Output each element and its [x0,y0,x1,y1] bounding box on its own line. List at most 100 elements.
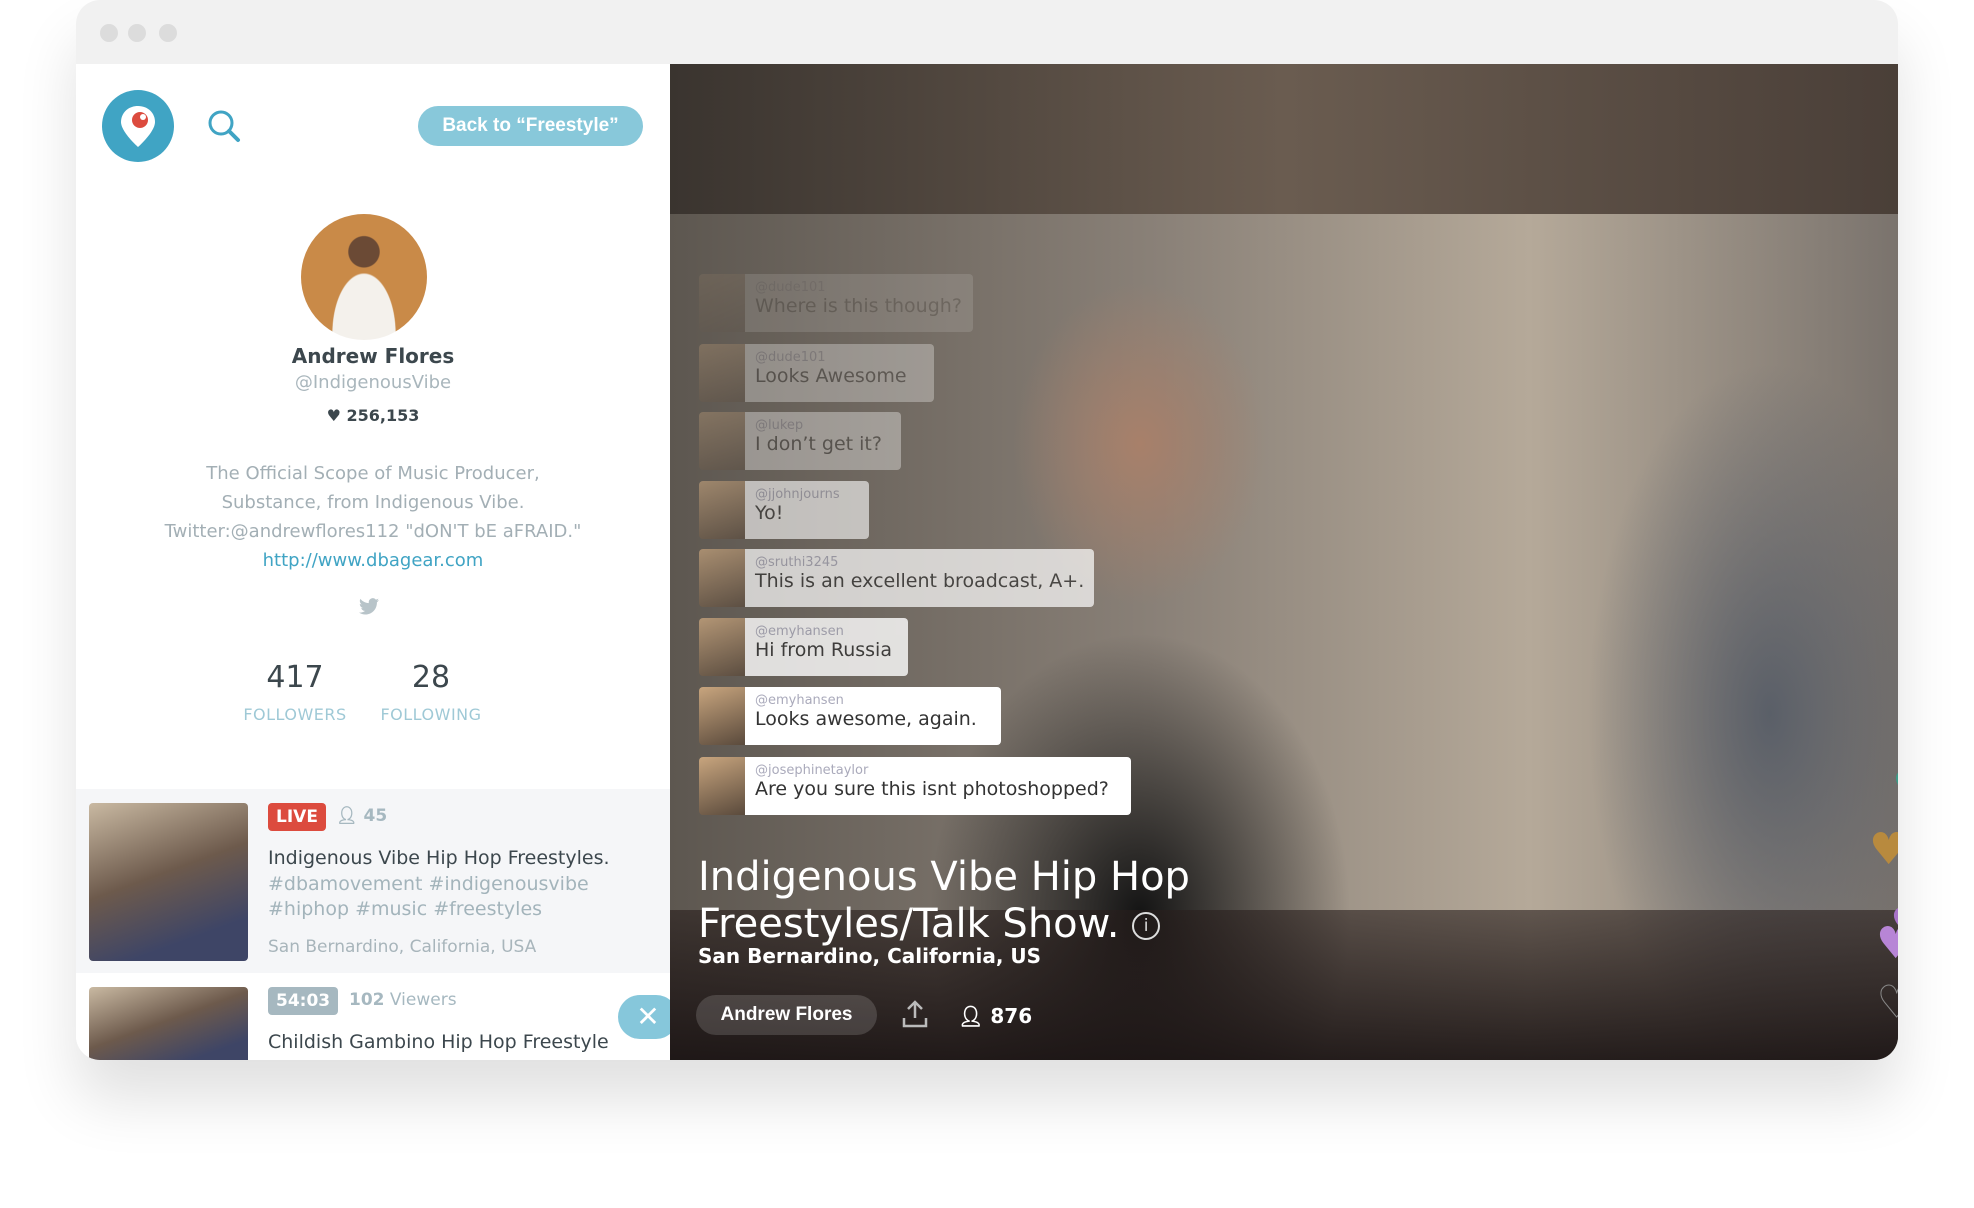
broadcast-list-item[interactable]: 54:03 102 Viewers Childish Gambino Hip H… [76,987,670,1060]
chat-text: Yo! [755,502,784,524]
heart-outline-icon: ♥ [1876,977,1898,1028]
chat-username: @josephinetaylor [755,763,869,778]
live-badge: LIVE [268,803,326,831]
chat-bubble: @lukep I don’t get it? [745,412,901,470]
viewer-value: 45 [363,806,388,826]
chat-message: @josephinetaylor Are you sure this isnt p… [699,757,1131,815]
chat-username: @lukep [755,418,804,433]
profile-handle: @IndigenousVibe [294,372,452,393]
chat-username: @dude101 [755,280,826,295]
chat-username: @sruthi3245 [755,555,839,570]
broadcaster-button[interactable]: Andrew Flores [696,995,877,1035]
chat-text: I don’t get it? [755,433,882,455]
chat-username: @emyhansen [755,624,844,639]
person-icon: 👤︎ [958,1004,984,1028]
profile-link[interactable]: http://www.dbagear.com [76,546,670,575]
profile-panel: Back to “Freestyle” Andrew Flores @Indig… [76,64,678,1060]
broadcast-thumbnail [89,987,248,1060]
chat-bubble: @dude101 Where is this though? [745,274,973,332]
periscope-logo[interactable] [102,90,174,162]
chat-avatar [699,412,745,470]
chat-text: Looks Awesome [755,365,907,387]
title-line: Freestyles/Talk Show. [698,901,1120,947]
following-label[interactable]: FOLLOWING [356,705,506,724]
title-line: Indigenous Vibe Hip Hop [698,854,1190,900]
bio-line: Substance, from Indigenous Vibe. [221,492,525,513]
chat-avatar [699,549,745,607]
close-window-button[interactable] [100,24,118,42]
viewer-value: 876 [990,1004,1033,1028]
heart-icon: ♥ [1869,824,1898,875]
hearts-value: 256,153 [346,406,420,425]
broadcast-tags: #dbamovement #indigenousvibe [268,873,589,895]
chat-text: Where is this though? [755,295,962,317]
hearts-count: ♥ 256,153 [76,406,670,425]
chat-username: @dude101 [755,350,826,365]
chat-message: @jjohnjourns Yo! [699,481,869,539]
followers-count[interactable]: 417 [220,660,370,695]
following-count[interactable]: 28 [356,660,506,695]
chat-bubble: @dude101 Looks Awesome [745,344,934,402]
app-window: Back to “Freestyle” Andrew Flores @Indig… [76,0,1898,1060]
chat-avatar [699,687,745,745]
heart-icon: ♥ [326,406,341,425]
chat-bubble: @jjohnjourns Yo! [745,481,869,539]
close-button[interactable]: ✕ [618,995,678,1039]
person-icon: 👤︎ [336,806,358,826]
profile-bio: The Official Scope of Music Producer, Su… [76,459,670,575]
broadcast-location: San Bernardino, California, USA [268,937,537,957]
chat-message: @lukep I don’t get it? [699,412,901,470]
chat-message: @dude101 Where is this though? [699,274,973,332]
viewer-count: 102 Viewers [349,990,457,1010]
chat-username: @emyhansen [755,693,844,708]
viewer-suffix: Viewers [389,990,457,1010]
broadcast-title: Indigenous Vibe Hip Hop Freestyles. [268,847,610,869]
broadcast-title: Childish Gambino Hip Hop Freestyle [268,1031,609,1053]
chat-message: @dude101 Looks Awesome [699,344,934,402]
chat-message: @emyhansen Looks awesome, again. [699,687,1001,745]
chat-avatar [699,481,745,539]
broadcast-title: Indigenous Vibe Hip Hop Freestyles/Talk … [698,854,1190,948]
broadcast-tags: #hiphop #music #freestyles [268,898,543,920]
broadcast-list-item[interactable]: LIVE 👤︎ 45 Indigenous Vibe Hip Hop Frees… [76,789,670,973]
title-bar [76,0,1898,64]
chat-avatar [699,274,745,332]
video-player[interactable]: @dude101 Where is this though? @dude101 Loo… [670,64,1898,1060]
heart-icon: ♥ [1876,918,1898,969]
profile-name: Andrew Flores [291,344,455,368]
search-icon[interactable] [206,108,244,150]
chat-bubble: @josephinetaylor Are you sure this isnt p… [745,757,1131,815]
chat-text: Are you sure this isnt photoshopped? [755,778,1109,800]
bio-line: Twitter:@andrewflores112 "dON'T bE aFRAI… [164,521,582,542]
chat-username: @jjohnjourns [755,487,840,502]
duration-badge: 54:03 [268,987,339,1015]
chat-bubble: @sruthi3245 This is an excellent broadcas… [745,549,1094,607]
broadcast-location: San Bernardino, California, US [698,944,1042,968]
chat-avatar [699,757,745,815]
minimize-window-button[interactable] [128,24,146,42]
maximize-window-button[interactable] [159,24,177,42]
back-button[interactable]: Back to “Freestyle” [418,106,643,146]
viewer-count: 👤︎ 45 [336,806,387,826]
followers-label[interactable]: FOLLOWERS [220,705,370,724]
pin-icon [121,106,155,147]
chat-text: Hi from Russia [755,639,892,661]
avatar [301,214,427,340]
viewer-count: 👤︎ 876 [958,1004,1032,1028]
chat-text: Looks awesome, again. [755,708,977,730]
video-backdrop [670,64,1898,214]
twitter-icon[interactable] [359,598,379,619]
chat-bubble: @emyhansen Hi from Russia [745,618,908,676]
viewer-value: 102 [349,990,385,1010]
chat-message: @emyhansen Hi from Russia [699,618,908,676]
chat-text: This is an excellent broadcast, A+. [755,570,1085,592]
chat-bubble: @emyhansen Looks awesome, again. [745,687,1001,745]
heart-icon: ♥ [1892,766,1898,810]
broadcast-thumbnail [89,803,248,961]
share-icon[interactable] [902,1000,928,1032]
chat-avatar [699,344,745,402]
chat-avatar [699,618,745,676]
bio-line: The Official Scope of Music Producer, [206,463,540,484]
chat-message: @sruthi3245 This is an excellent broadcas… [699,549,1094,607]
info-icon[interactable]: i [1132,912,1161,940]
